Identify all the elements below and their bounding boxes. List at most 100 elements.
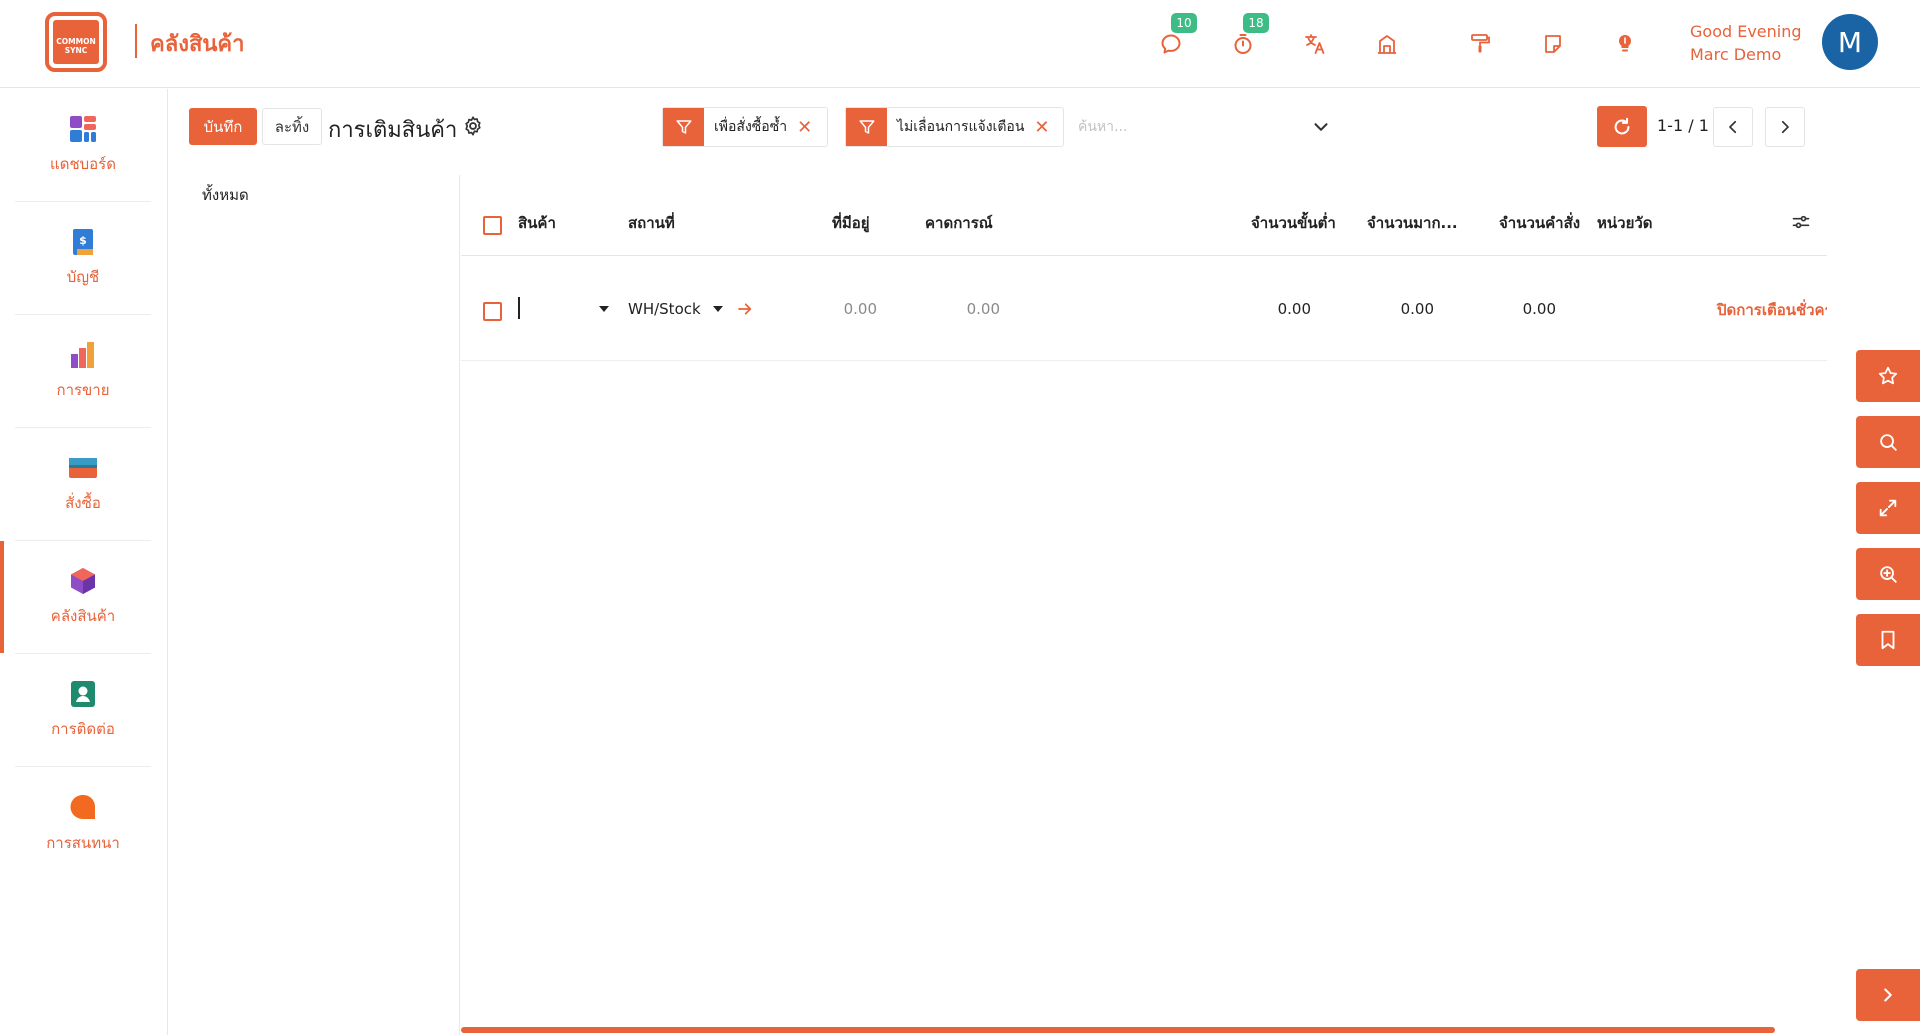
- invoice-icon: $: [73, 229, 93, 255]
- chevron-right-icon: [1884, 988, 1892, 1002]
- quick-search-button[interactable]: [1856, 416, 1920, 468]
- save-button[interactable]: บันทึก: [189, 108, 257, 145]
- column-header-uom[interactable]: หน่วยวัด: [1597, 211, 1653, 235]
- common-sync-logo[interactable]: COMMON SYNC: [44, 11, 108, 73]
- cell-min-qty[interactable]: 0.00: [1221, 300, 1311, 318]
- reload-button[interactable]: [1597, 106, 1647, 147]
- discard-button[interactable]: ละทิ้ง: [262, 108, 322, 145]
- refresh-icon: [1614, 117, 1630, 134]
- logo-text-line1: COMMON: [56, 37, 95, 46]
- search-panel-all[interactable]: ทั้งหมด: [202, 183, 249, 207]
- sidebar-item-label: การสนทนา: [46, 833, 120, 852]
- zoom-in-icon: [1880, 566, 1897, 583]
- cell-location[interactable]: WH/Stock: [628, 300, 701, 318]
- chat-icon: [1161, 34, 1181, 54]
- avatar[interactable]: M: [1822, 14, 1878, 70]
- zoom-button[interactable]: [1856, 548, 1920, 600]
- facet-label: ไม่เลื่อนการแจ้งเตือน: [897, 119, 1025, 135]
- caret-down-icon[interactable]: [712, 304, 724, 314]
- pager-value[interactable]: 1-1 / 1: [1657, 116, 1709, 135]
- cube-icon: [71, 568, 95, 594]
- app-title-divider: [135, 24, 137, 58]
- funnel-icon: [859, 120, 874, 134]
- search-panel: ทั้งหมด: [169, 175, 460, 1035]
- theme-button[interactable]: [1464, 28, 1496, 60]
- close-icon[interactable]: ✕: [1034, 117, 1059, 138]
- pager-previous-button[interactable]: [1713, 107, 1753, 147]
- messages-badge: 10: [1171, 13, 1197, 33]
- bookmark-button[interactable]: [1856, 614, 1920, 666]
- sidebar-item-contacts[interactable]: การติดต่อ: [15, 654, 151, 767]
- column-header-forecast[interactable]: คาดการณ์: [925, 211, 993, 235]
- sidebar-item-purchase[interactable]: สั่งซื้อ: [15, 428, 151, 541]
- caret-down-icon[interactable]: [598, 304, 610, 314]
- pager-next-button[interactable]: [1765, 107, 1805, 147]
- close-icon[interactable]: ✕: [797, 117, 822, 138]
- cell-max-qty[interactable]: 0.00: [1344, 300, 1434, 318]
- tips-button[interactable]: [1609, 28, 1641, 60]
- fullscreen-button[interactable]: [1856, 482, 1920, 534]
- sidebar-item-discuss[interactable]: การสนทนา: [15, 767, 151, 880]
- dollar-glyph: $: [79, 234, 87, 247]
- bookmark-icon: [1881, 630, 1895, 650]
- chevron-right-icon: [1781, 120, 1789, 134]
- contact-card-icon: [71, 681, 95, 707]
- notes-button[interactable]: [1537, 28, 1569, 60]
- row-checkbox[interactable]: [483, 302, 502, 321]
- sidebar-item-accounting[interactable]: $ บัญชี: [15, 202, 151, 315]
- product-input-cursor: [518, 297, 520, 319]
- filter-facet-reorder[interactable]: เพื่อสั่งซื้อซ้ำ ✕: [662, 107, 828, 147]
- column-header-on-hand[interactable]: ที่มีอยู่: [832, 211, 870, 235]
- bar-chart-icon: [71, 342, 94, 368]
- sidebar-item-label: แดชบอร์ด: [50, 155, 116, 173]
- chevron-left-icon: [1729, 120, 1737, 134]
- sidebar-item-label: สั่งซื้อ: [65, 494, 101, 512]
- lightbulb-icon: [1618, 34, 1632, 52]
- column-header-min-qty[interactable]: จำนวนขั้นต่ำ: [1251, 211, 1336, 235]
- stopwatch-icon: [1234, 34, 1252, 54]
- search-icon: [1880, 434, 1897, 451]
- snooze-button[interactable]: ปิดการเตือนชั่วคราว: [1713, 298, 1827, 322]
- funnel-icon: [676, 120, 691, 134]
- column-header-max-qty[interactable]: จำนวนมาก...: [1367, 211, 1458, 235]
- table-row[interactable]: WH/Stock 0.00 0.00 0.00 0.00 0.00 ปิดการ…: [461, 257, 1827, 361]
- filter-facet-not-snoozed[interactable]: ไม่เลื่อนการแจ้งเตือน ✕: [845, 107, 1064, 147]
- dashboard-icon: [70, 116, 96, 142]
- table-header: สินค้า สถานที่ ที่มีอยู่ คาดการณ์ จำนวนข…: [461, 175, 1827, 256]
- cell-order-qty[interactable]: 0.00: [1466, 300, 1556, 318]
- favorite-button[interactable]: [1856, 350, 1920, 402]
- list-view: สินค้า สถานที่ ที่มีอยู่ คาดการณ์ จำนวนข…: [461, 175, 1827, 1035]
- star-icon: [1878, 366, 1898, 385]
- note-icon: [1545, 35, 1561, 53]
- cell-on-hand: 0.00: [843, 300, 877, 318]
- messages-button[interactable]: 10: [1155, 13, 1197, 60]
- activities-button[interactable]: 18: [1227, 13, 1269, 60]
- sidebar-item-sales[interactable]: การขาย: [15, 315, 151, 428]
- app-title[interactable]: คลังสินค้า: [150, 26, 244, 61]
- facet-label: เพื่อสั่งซื้อซ้ำ: [714, 119, 788, 135]
- column-header-order-qty[interactable]: จำนวนคำสั่ง: [1499, 211, 1580, 235]
- filter-icon-wrap: [846, 108, 887, 146]
- column-header-product[interactable]: สินค้า: [518, 211, 556, 235]
- arrow-right-icon[interactable]: [737, 301, 753, 317]
- greeting-text: Good Evening: [1690, 22, 1802, 41]
- credit-card-icon: [69, 458, 97, 478]
- optional-columns-icon[interactable]: [1791, 212, 1811, 232]
- search-input[interactable]: [1078, 111, 1318, 143]
- company-button[interactable]: [1371, 28, 1403, 60]
- gear-icon[interactable]: [462, 115, 484, 137]
- building-icon: [1378, 35, 1396, 54]
- language-button[interactable]: [1299, 28, 1331, 60]
- expand-panel-button[interactable]: [1856, 969, 1920, 1021]
- column-header-location[interactable]: สถานที่: [628, 211, 675, 235]
- sidebar-item-inventory[interactable]: คลังสินค้า: [0, 541, 151, 654]
- page-title: การเติมสินค้า: [328, 118, 458, 143]
- horizontal-scrollbar[interactable]: [461, 1027, 1775, 1033]
- sidebar-item-label: การติดต่อ: [51, 720, 115, 738]
- sidebar-item-dashboard[interactable]: แดชบอร์ด: [15, 89, 151, 202]
- select-all-checkbox[interactable]: [483, 216, 502, 235]
- user-greeting[interactable]: Good Evening Marc Demo: [1690, 20, 1802, 66]
- activities-badge: 18: [1243, 13, 1269, 33]
- sidebar-item-label: บัญชี: [66, 268, 100, 286]
- chevron-down-icon[interactable]: [1310, 116, 1332, 138]
